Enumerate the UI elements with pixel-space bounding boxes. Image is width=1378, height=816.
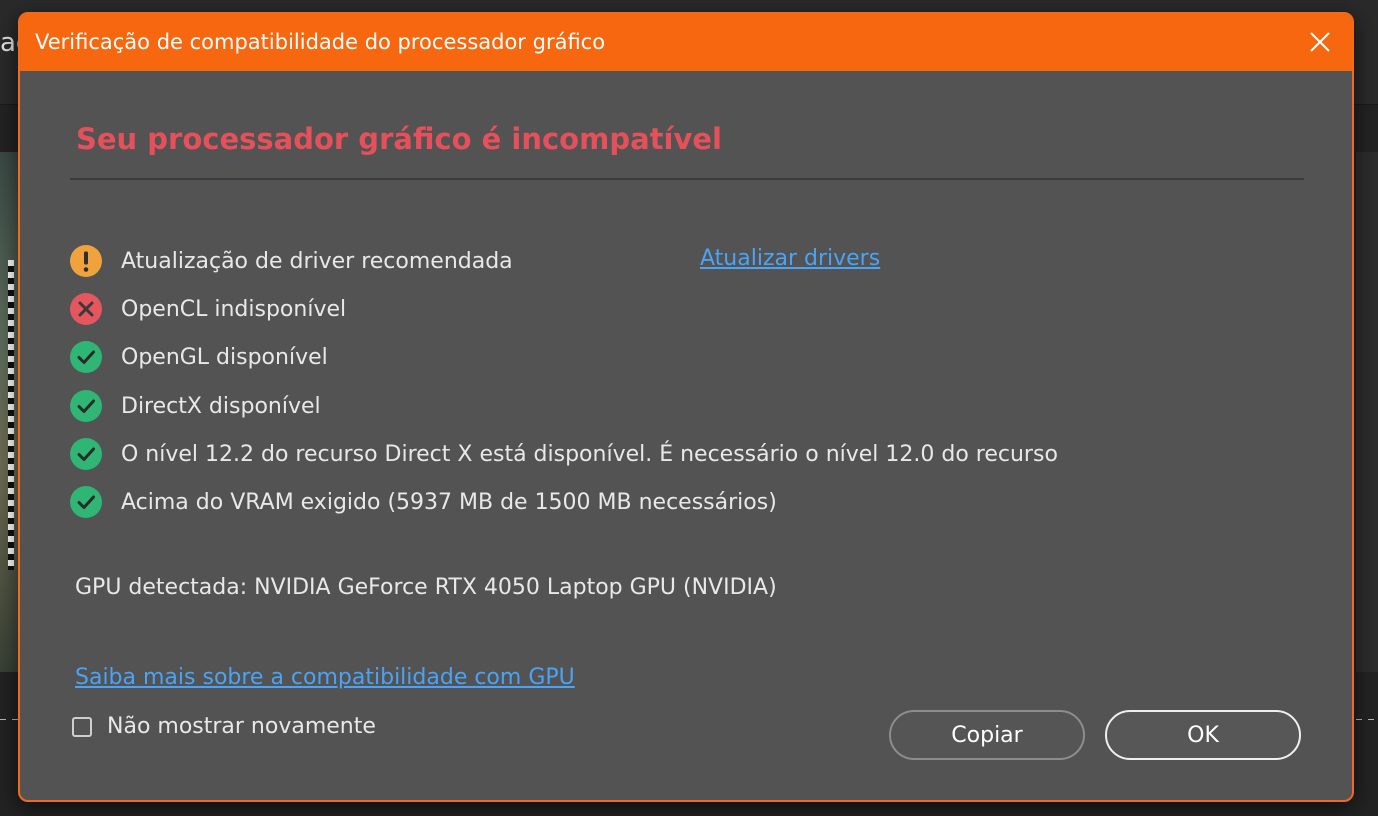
dont-show-again-checkbox[interactable] [72, 716, 92, 737]
check-row-directx: DirectX disponível [70, 389, 321, 423]
gpu-detected-text: GPU detectada: NVIDIA GeForce RTX 4050 L… [75, 575, 777, 600]
gpu-compatibility-dialog: Verificação de compatibilidade do proces… [18, 12, 1354, 802]
check-label: O nível 12.2 do recurso Direct X está di… [121, 441, 1058, 467]
close-button[interactable] [1306, 28, 1334, 56]
check-row-directx-feature-level: O nível 12.2 do recurso Direct X está di… [70, 437, 1058, 471]
background-guide-line-left [0, 719, 18, 720]
check-row-opengl: OpenGL disponível [70, 340, 328, 374]
check-icon [70, 341, 102, 373]
check-label: DirectX disponível [121, 393, 321, 419]
dont-show-again-option[interactable]: Não mostrar novamente [72, 714, 376, 739]
dialog-titlebar: Verificação de compatibilidade do proces… [20, 14, 1352, 71]
check-label: OpenCL indisponível [121, 296, 347, 322]
warning-icon [70, 245, 102, 277]
close-icon [1310, 32, 1330, 52]
learn-more-gpu-link[interactable]: Saiba mais sobre a compatibilidade com G… [75, 665, 575, 690]
background-right-panel [1356, 152, 1378, 672]
update-drivers-link[interactable]: Atualizar drivers [700, 246, 880, 271]
incompatible-heading: Seu processador gráfico é incompatível [76, 122, 722, 156]
check-icon [70, 486, 102, 518]
heading-divider [70, 178, 1304, 180]
dialog-title: Verificação de compatibilidade do proces… [35, 30, 606, 54]
ok-button[interactable]: OK [1105, 710, 1301, 760]
check-label: OpenGL disponível [121, 344, 328, 370]
check-icon [70, 390, 102, 422]
check-icon [70, 438, 102, 470]
check-label: Atualização de driver recomendada [121, 248, 513, 274]
error-icon [70, 293, 102, 325]
copy-button[interactable]: Copiar [889, 710, 1085, 760]
dont-show-again-label: Não mostrar novamente [107, 714, 376, 739]
check-row-opencl: OpenCL indisponível [70, 292, 346, 326]
background-guide-line-right [1356, 719, 1378, 720]
check-row-driver-update: Atualização de driver recomendada [70, 244, 513, 278]
check-row-vram: Acima do VRAM exigido (5937 MB de 1500 M… [70, 485, 777, 519]
check-label: Acima do VRAM exigido (5937 MB de 1500 M… [121, 489, 777, 515]
background-selection-marquee [8, 260, 14, 570]
